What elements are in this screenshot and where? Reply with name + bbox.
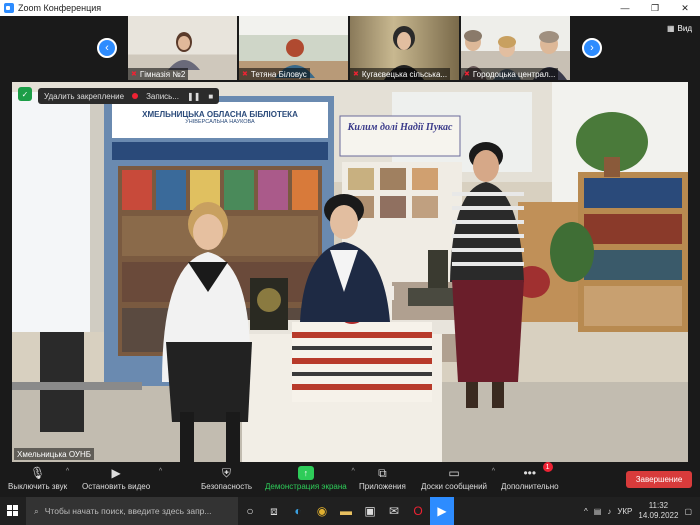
chevron-up-icon[interactable]: ^	[492, 468, 495, 475]
participant-name: Тетяна Біловус	[250, 69, 307, 79]
minimize-icon[interactable]: —	[610, 0, 640, 16]
file-explorer-icon[interactable]: ▬	[334, 497, 358, 525]
clock-time: 11:32	[648, 501, 669, 510]
share-arrow-icon: ↑	[297, 464, 314, 482]
active-speaker-video: ХМЕЛЬНИЦЬКА ОБЛАСНА БІБЛІОТЕКА УНІВЕРСАЛ…	[12, 82, 688, 462]
camera-icon: ▶	[111, 466, 121, 480]
whiteboard-label: Доски сообщений	[421, 482, 488, 491]
chevron-up-icon[interactable]: ^	[66, 468, 69, 475]
participant-tile[interactable]: ✖ Городоцька централ...	[461, 16, 570, 80]
windows-taskbar: ⌕ Чтобы начать поиск, введите здесь запр…	[0, 497, 700, 525]
security-button[interactable]: ⛨ Безопасность	[201, 464, 253, 492]
view-button[interactable]: ▦ Вид	[667, 24, 692, 33]
microphone-icon: 🎙	[29, 466, 46, 480]
pin-control-bar: Удалить закрепление Запись... ❚❚ ■	[38, 88, 220, 104]
gallery-prev-button[interactable]: ‹	[97, 38, 117, 58]
opera-icon[interactable]: O	[406, 497, 430, 525]
chevron-up-icon[interactable]: ^	[159, 468, 162, 475]
mic-muted-icon: ✖	[131, 71, 137, 78]
speaker-video-frame	[12, 82, 688, 462]
exhibit-sign: Килим долі Надії Пукас	[347, 122, 453, 133]
apps-button[interactable]: ⧉ Приложения	[359, 464, 406, 492]
mail-icon[interactable]: ✉	[382, 497, 406, 525]
participant-tile[interactable]: ✖ Гімназія №2	[128, 16, 237, 80]
shield-icon[interactable]: ✓	[18, 87, 32, 101]
cortana-icon[interactable]: ○	[238, 497, 262, 525]
recording-label: Запись...	[146, 91, 179, 101]
meeting-toolbar: 🎙 Выключить звук ^ ▶ Остановить видео ^ …	[0, 462, 700, 497]
participant-name: Городоцька централ...	[472, 69, 556, 79]
more-label: Дополнительно	[501, 482, 559, 491]
shield-icon: ⛨	[222, 465, 232, 480]
library-banner: ХМЕЛЬНИЦЬКА ОБЛАСНА БІБЛІОТЕКА УНІВЕРСАЛ…	[112, 110, 328, 134]
grid-icon: ▦	[666, 24, 675, 33]
participant-tile[interactable]: ✖ Кугаєвецька сільська...	[350, 16, 459, 80]
unpin-button[interactable]: Удалить закрепление	[44, 92, 124, 101]
network-icon[interactable]: ▤	[594, 507, 602, 516]
notifications-icon[interactable]: ▢	[684, 507, 692, 516]
banner-text: ХМЕЛЬНИЦЬКА ОБЛАСНА БІБЛІОТЕКА	[142, 110, 298, 119]
zoom-taskbar-icon[interactable]: ▶	[430, 497, 454, 525]
search-icon: ⌕	[34, 505, 39, 516]
participant-video	[168, 32, 200, 70]
clock-date: 14.09.2022	[638, 511, 679, 520]
speaker-name-label: Хмельницька ОУНБ	[14, 448, 94, 460]
participant-name: Кугаєвецька сільська...	[361, 69, 448, 79]
mute-button[interactable]: 🎙 Выключить звук ^	[8, 464, 69, 491]
mute-label: Выключить звук	[8, 482, 68, 491]
whiteboard-button[interactable]: ▭ Доски сообщений ^	[421, 464, 495, 491]
record-icon	[132, 93, 139, 99]
close-icon[interactable]: ✕	[670, 0, 700, 16]
zoom-logo-icon	[4, 3, 14, 13]
end-meeting-button[interactable]: Завершение	[626, 471, 692, 488]
mic-muted-icon: ✖	[242, 71, 248, 78]
view-label: Вид	[677, 24, 692, 33]
window-title: Zoom Конференция	[18, 3, 102, 13]
store-icon[interactable]: ▣	[358, 497, 382, 525]
edge-icon[interactable]: ◐	[286, 497, 310, 525]
task-view-icon[interactable]: ⧈	[262, 497, 286, 525]
windows-logo-icon	[7, 505, 18, 516]
security-label: Безопасность	[201, 482, 253, 491]
gallery-next-button[interactable]: ›	[582, 38, 602, 58]
more-button[interactable]: ••• 1 Дополнительно	[501, 462, 559, 491]
restore-icon[interactable]: ❐	[640, 0, 670, 16]
apps-icon: ⧉	[378, 465, 387, 480]
participant-tile[interactable]: ✖ Тетяна Біловус	[239, 16, 348, 80]
clock[interactable]: 11:32 14.09.2022	[638, 501, 678, 521]
participant-gallery: ‹ ✖ Гімназія №2 ✖ Тетяна Біловус ✖ Кугаєвец…	[0, 16, 700, 82]
banner-subtext: УНІВЕРСАЛЬНА НАУКОВА	[185, 119, 255, 125]
notification-badge: 1	[542, 462, 553, 472]
language-indicator[interactable]: УКР	[617, 507, 632, 516]
whiteboard-icon: ▭	[448, 466, 460, 480]
pause-icon[interactable]: ❚❚	[187, 92, 200, 101]
participant-name: Гімназія №2	[139, 69, 186, 79]
stop-icon[interactable]: ■	[208, 92, 213, 101]
start-button[interactable]	[0, 497, 26, 525]
taskbar-search[interactable]: ⌕ Чтобы начать поиск, введите здесь запр…	[26, 497, 238, 525]
apps-label: Приложения	[359, 482, 406, 491]
stop-video-button[interactable]: ▶ Остановить видео ^	[82, 464, 162, 491]
more-dots-icon: •••	[523, 466, 537, 480]
mic-muted-icon: ✖	[464, 71, 470, 78]
chevron-up-icon[interactable]: ^	[351, 468, 354, 475]
share-label: Демонстрация экрана	[265, 482, 347, 491]
chrome-icon[interactable]: ◉	[310, 497, 334, 525]
system-tray: ^ ▤ ♪ УКР 11:32 14.09.2022 ▢	[584, 497, 700, 525]
tray-chevron-icon[interactable]: ^	[584, 507, 588, 516]
video-label: Остановить видео	[82, 482, 151, 491]
search-placeholder: Чтобы начать поиск, введите здесь запр..…	[44, 506, 212, 516]
volume-icon[interactable]: ♪	[607, 507, 611, 516]
share-screen-button[interactable]: ↑ Демонстрация экрана ^	[265, 464, 355, 491]
window-title-bar: Zoom Конференция — ❐ ✕	[0, 0, 700, 16]
mic-muted-icon: ✖	[353, 71, 359, 78]
